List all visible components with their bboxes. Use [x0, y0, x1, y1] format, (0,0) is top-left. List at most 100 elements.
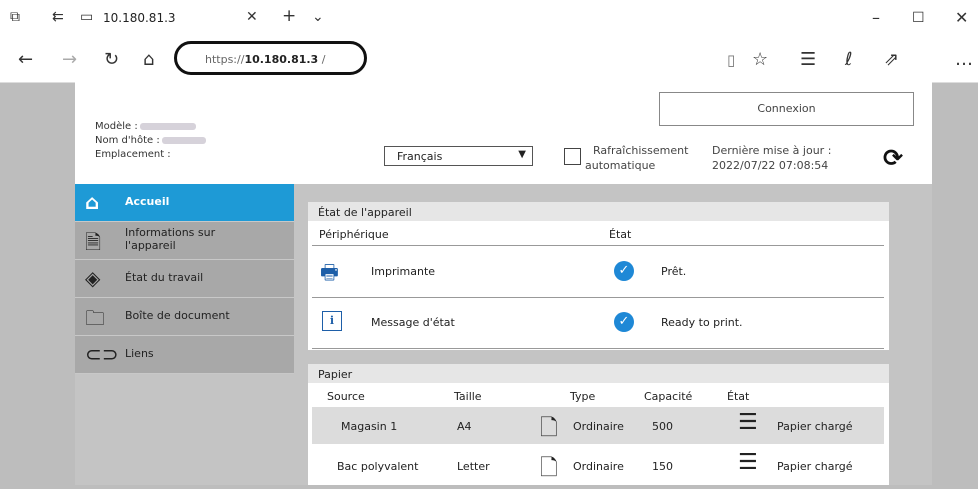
share-icon[interactable]: ⇗ — [884, 49, 899, 70]
auto-refresh-label: Rafraîchissement automatique — [585, 143, 688, 173]
location-label: Emplacement : — [95, 149, 171, 160]
home-icon: ⌂ — [85, 190, 100, 214]
favorites-list-icon[interactable]: ☰ — [800, 49, 816, 70]
paper-source: Bac polyvalent — [337, 460, 419, 473]
device-state: Prêt. — [661, 265, 687, 278]
paper-type: Ordinaire — [573, 420, 624, 433]
sidebar-item-label: Informations sur l'appareil — [125, 226, 215, 252]
check-icon: ✓ — [614, 312, 634, 332]
new-tab-icon[interactable]: + — [282, 6, 296, 26]
redacted-value — [139, 122, 196, 130]
col-device: Périphérique — [319, 228, 389, 241]
paper-state: Papier chargé — [777, 460, 853, 473]
auto-refresh-line1: Rafraîchissement — [593, 144, 689, 157]
sidebar-item-document-box[interactable]: 🗀 Boîte de document — [75, 298, 294, 336]
device-state: Ready to print. — [661, 316, 743, 329]
sidebar-item-label: État du travail — [125, 271, 204, 284]
paper-panel: Papier Source Taille Type Capacité État … — [308, 364, 889, 485]
back-icon[interactable]: ← — [18, 49, 33, 70]
paper-source: Magasin 1 — [341, 420, 398, 433]
paper-size: Letter — [457, 460, 490, 473]
last-update-value: 2022/07/22 07:08:54 — [712, 159, 829, 172]
forward-icon[interactable]: → — [62, 49, 77, 70]
device-status-title: État de l'appareil — [308, 202, 889, 221]
chevron-down-icon: ▼ — [518, 149, 526, 160]
col-state: État — [609, 228, 632, 241]
document-icon: 🗋 — [540, 456, 558, 481]
divider — [312, 245, 884, 246]
sidebar-item-home[interactable]: ⌂ Accueil — [75, 184, 294, 222]
pen-icon[interactable]: ℓ — [845, 49, 852, 70]
url-prefix: https:// — [205, 53, 245, 66]
login-button[interactable]: Connexion — [659, 92, 914, 126]
auto-refresh-line2: automatique — [585, 159, 656, 172]
auto-refresh-checkbox[interactable] — [564, 148, 581, 165]
tab-list-icon[interactable]: ⌄ — [312, 9, 324, 25]
col-source: Source — [327, 390, 365, 403]
paper-stack-icon: ☰ — [738, 410, 758, 435]
device-name: Message d'état — [371, 316, 455, 329]
language-value: Français — [397, 150, 443, 163]
tab-title[interactable]: 10.180.81.3 — [103, 11, 176, 25]
sidebar-item-label: Liens — [125, 347, 154, 360]
language-select[interactable]: Français ▼ — [384, 146, 533, 166]
device-info-icon: 🗎 — [85, 230, 102, 254]
browser-nav-bar: ← → ↻ ⌂ ▯ ☆ ☰ ℓ ⇗ … — [0, 38, 978, 83]
paper-title: Papier — [308, 364, 889, 383]
web-page: Modèle : Nom d'hôte : Emplacement : Fran… — [75, 82, 932, 485]
eye-icon: ◈ — [85, 266, 101, 290]
label-line1: Informations sur — [125, 226, 216, 239]
model-label: Modèle : — [95, 121, 138, 132]
printer-icon: 🖶 — [320, 260, 339, 284]
maximize-icon[interactable]: ☐ — [912, 10, 925, 26]
device-status-panel: État de l'appareil Périphérique État 🖶 I… — [308, 202, 889, 350]
home-browser-icon[interactable]: ⌂ — [143, 49, 154, 70]
sidebar: ⌂ Accueil 🗎 Informations sur l'appareil ◈… — [75, 184, 294, 374]
page-icon: ▭ — [80, 9, 94, 25]
sidebar-item-job-status[interactable]: ◈ État du travail — [75, 260, 294, 298]
divider — [312, 297, 884, 298]
document-icon: 🗋 — [540, 416, 558, 441]
url-text[interactable]: https://10.180.81.3 / — [205, 53, 325, 66]
col-capacity: Capacité — [644, 390, 693, 403]
browser-tab-bar: ⧉ ⇇ ▭ 10.180.81.3 ✕ + ⌄ – ☐ ✕ — [0, 0, 978, 39]
sidebar-item-label: Boîte de document — [125, 309, 230, 322]
paper-size: A4 — [457, 420, 472, 433]
reading-view-icon[interactable]: ▯ — [727, 51, 735, 69]
paper-state: Papier chargé — [777, 420, 853, 433]
device-name: Imprimante — [371, 265, 436, 278]
redacted-value — [161, 136, 206, 144]
col-type: Type — [570, 390, 596, 403]
tab-actions-icon[interactable]: ⧉ — [10, 9, 20, 25]
url-host: 10.180.81.3 — [244, 53, 319, 66]
info-icon: i — [322, 311, 342, 331]
favorite-star-icon[interactable]: ☆ — [752, 49, 768, 70]
window-close-icon[interactable]: ✕ — [955, 8, 968, 27]
table-row[interactable]: Magasin 1 A4 🗋 Ordinaire 500 ☰ Papier ch… — [312, 407, 884, 444]
sidebar-item-label: Accueil — [125, 195, 170, 208]
refresh-icon[interactable]: ⟳ — [883, 144, 903, 172]
more-icon[interactable]: … — [955, 49, 973, 70]
close-tab-icon[interactable]: ✕ — [246, 9, 258, 25]
tab-aside-icon[interactable]: ⇇ — [52, 9, 64, 25]
col-size: Taille — [454, 390, 482, 403]
last-update: Dernière mise à jour : 2022/07/22 07:08:… — [712, 143, 831, 173]
device-info-block: Modèle : Nom d'hôte : Emplacement : — [95, 120, 206, 162]
sidebar-item-links[interactable]: ⊂⊃ Liens — [75, 336, 294, 374]
sidebar-item-device-info[interactable]: 🗎 Informations sur l'appareil — [75, 222, 294, 260]
folder-icon: 🗀 — [85, 306, 105, 330]
paper-type: Ordinaire — [573, 460, 624, 473]
paper-stack-icon: ☰ — [738, 450, 758, 475]
url-suffix: / — [318, 53, 326, 66]
page-header: Modèle : Nom d'hôte : Emplacement : Fran… — [75, 82, 932, 184]
link-icon: ⊂⊃ — [85, 342, 119, 366]
hostname-label: Nom d'hôte : — [95, 135, 160, 146]
col-state: État — [727, 390, 750, 403]
paper-capacity: 500 — [652, 420, 673, 433]
paper-capacity: 150 — [652, 460, 673, 473]
table-row[interactable]: Bac polyvalent Letter 🗋 Ordinaire 150 ☰ … — [312, 447, 884, 484]
last-update-label: Dernière mise à jour : — [712, 144, 832, 157]
divider — [312, 348, 884, 349]
minimize-icon[interactable]: – — [872, 8, 880, 27]
refresh-page-icon[interactable]: ↻ — [104, 49, 119, 70]
